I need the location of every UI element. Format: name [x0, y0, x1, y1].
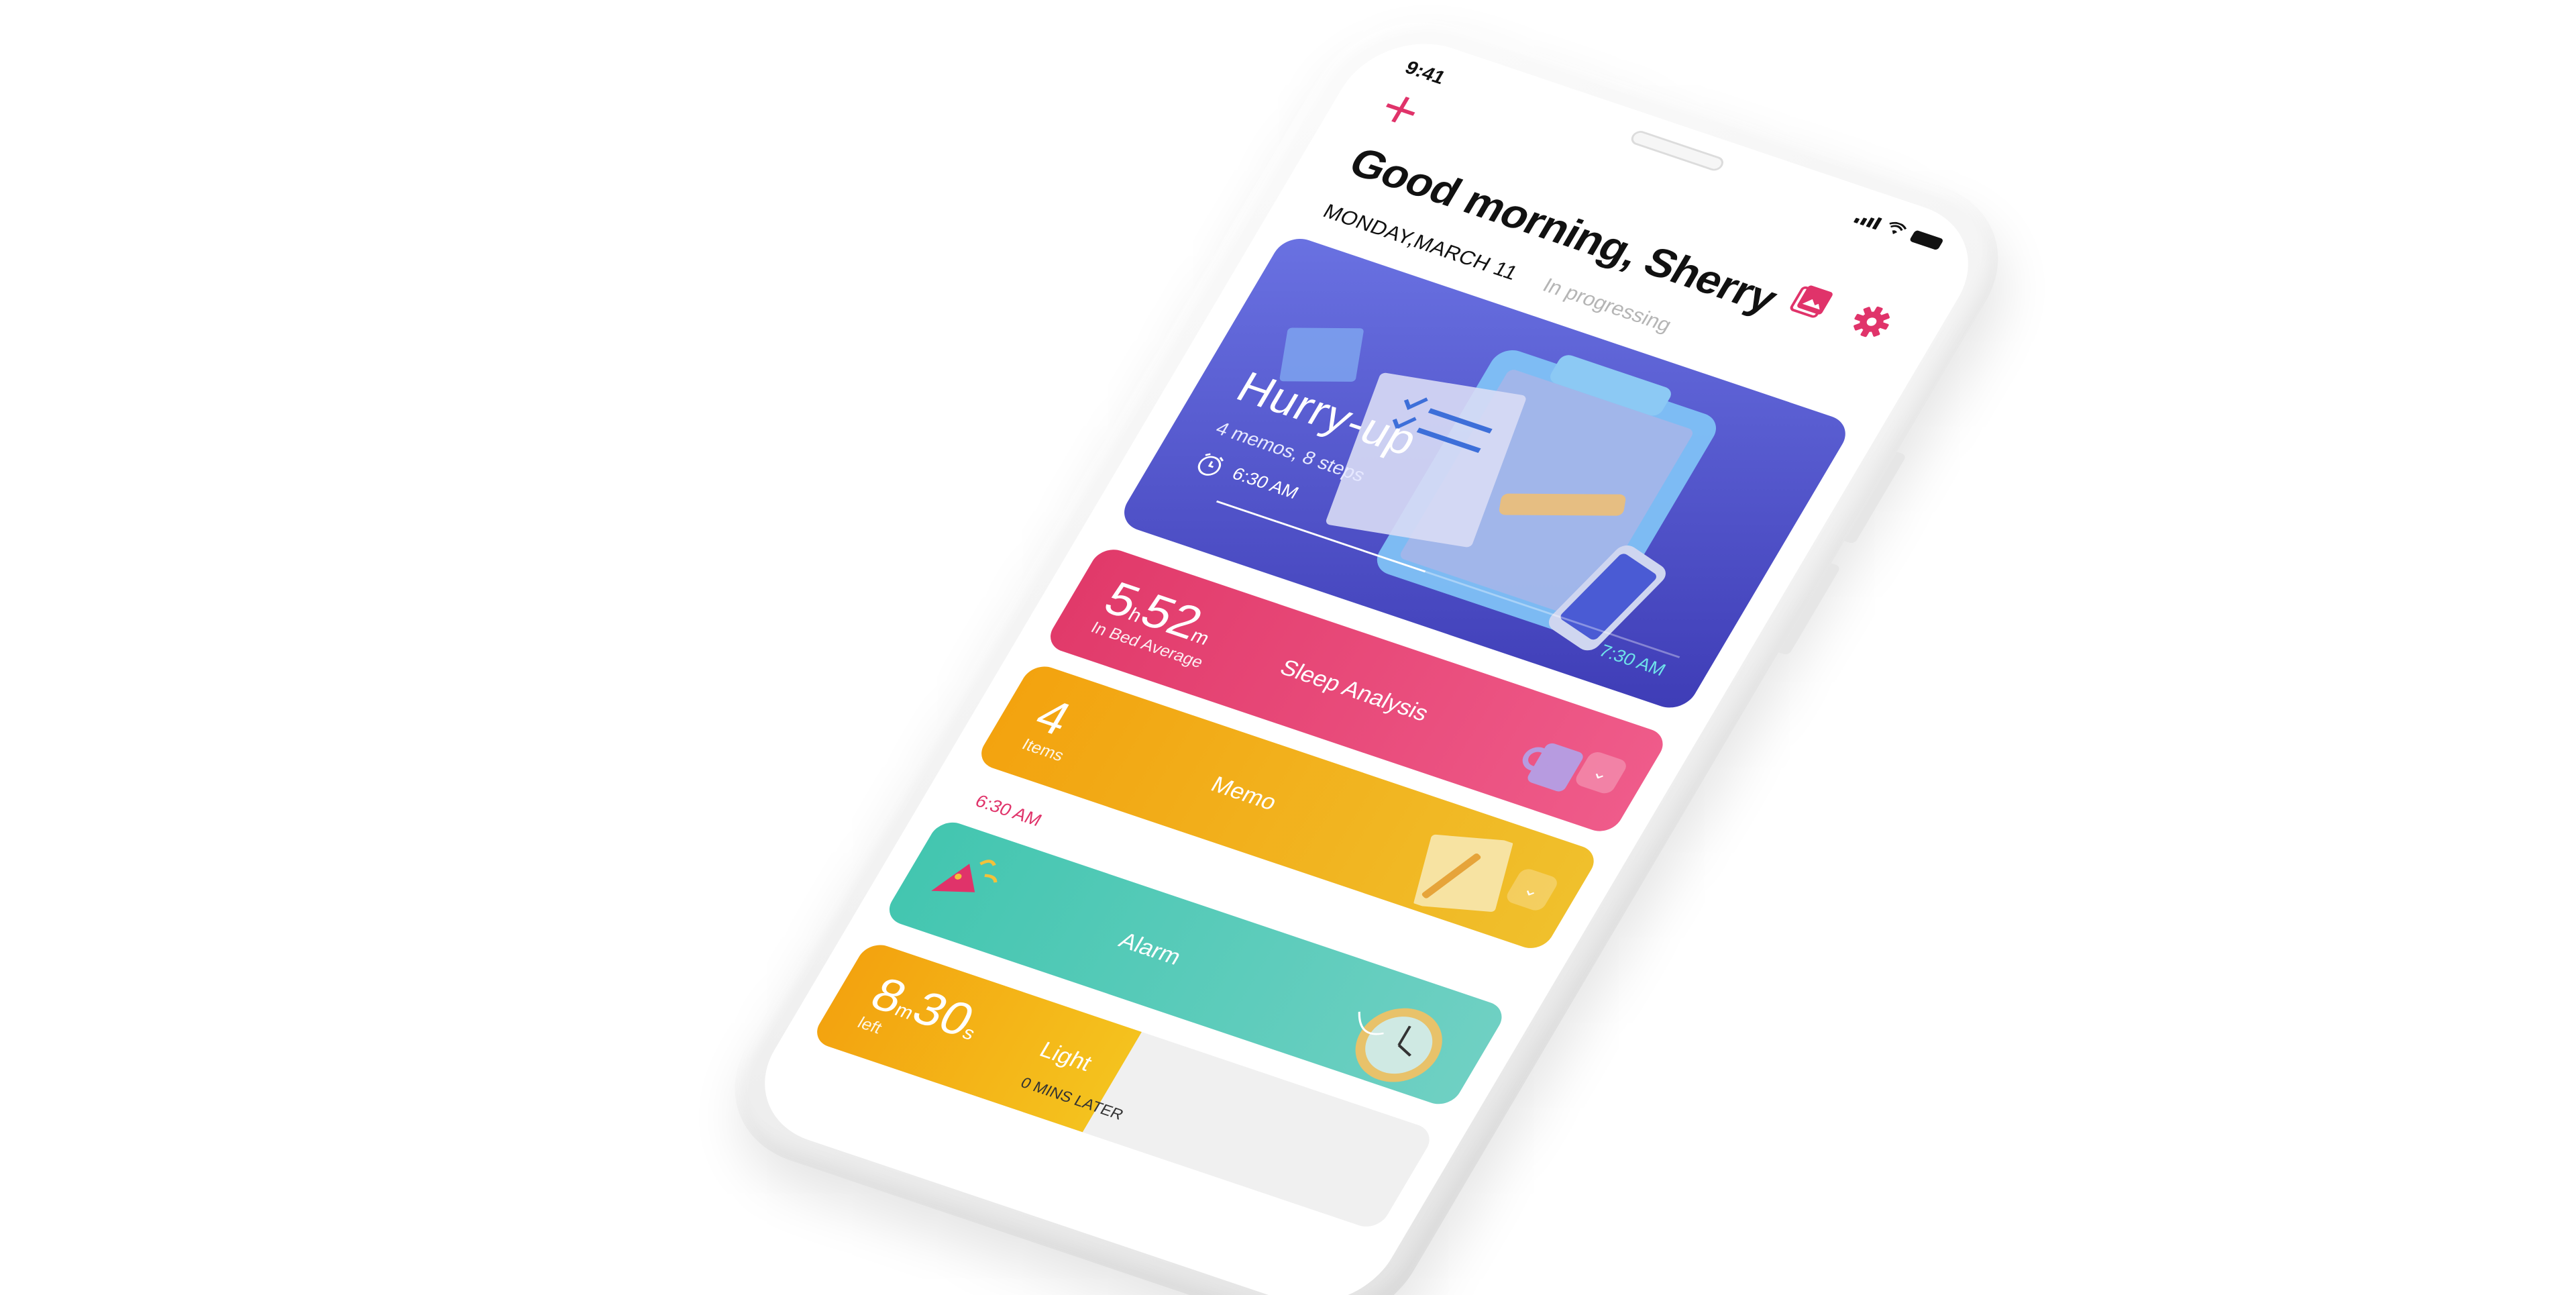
header-actions	[1786, 280, 1898, 344]
speaker-grille	[1628, 129, 1727, 173]
phone-mockup: 9:41 Good morning, Sherry MONDAY,MARCH 1…	[698, 0, 2035, 1295]
wifi-icon	[1889, 221, 1907, 234]
alarm-title: Alarm	[1114, 927, 1187, 970]
memo-title: Memo	[1206, 771, 1282, 815]
battery-icon	[1909, 229, 1944, 251]
gear-icon[interactable]	[1845, 301, 1898, 344]
status-icons	[1853, 210, 1945, 251]
gallery-icon[interactable]	[1786, 280, 1839, 323]
alarm-time: 6:30 AM	[971, 791, 1046, 830]
sleep-title: Sleep Analysis	[1275, 654, 1434, 726]
stage: 9:41 Good morning, Sherry MONDAY,MARCH 1…	[0, 0, 2576, 1295]
screen: 9:41 Good morning, Sherry MONDAY,MARCH 1…	[735, 23, 1998, 1295]
plus-icon[interactable]	[1376, 90, 1425, 130]
status-time: 9:41	[1401, 57, 1450, 89]
signal-icon	[1853, 211, 1882, 230]
memo-caption: Items	[1018, 734, 1068, 765]
alarm-clock-illustration	[1355, 1008, 1442, 1082]
party-popper-icon	[931, 860, 998, 892]
notepad-illustration	[1413, 834, 1513, 912]
memo-count: 4	[1026, 689, 1081, 745]
